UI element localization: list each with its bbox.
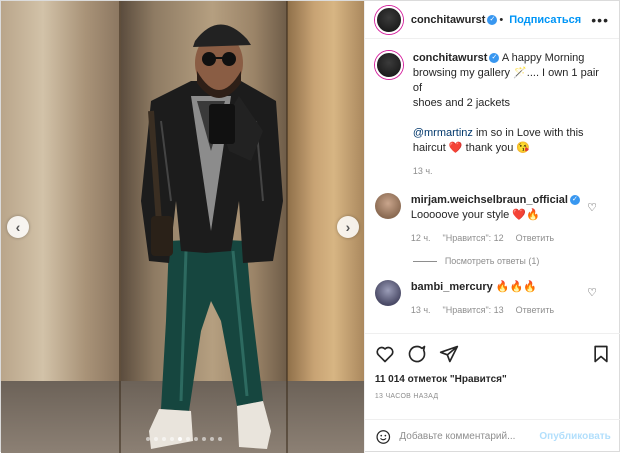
chevron-left-icon[interactable]: ‹ (7, 216, 29, 238)
comment-time[interactable]: 13 ч. (411, 303, 431, 318)
carousel-dots (146, 437, 222, 441)
carousel-dot (154, 437, 158, 441)
caption: conchitawurst ✓ A happy Morning browsing … (374, 51, 609, 179)
carousel-dot-active (178, 437, 182, 441)
comment-time[interactable]: 12 ч. (411, 231, 431, 246)
publish-button[interactable]: Опубликовать (539, 431, 610, 442)
comment-input[interactable] (399, 431, 532, 442)
comment-text: 🔥🔥🔥 (495, 281, 537, 293)
post-photo[interactable]: ‹ › (1, 1, 364, 453)
verified-icon: ✓ (489, 53, 500, 64)
comment-text: Looooove your style ❤️🔥 (410, 209, 540, 221)
caption-time[interactable]: 13 ч. (413, 164, 433, 179)
carousel-dot (146, 437, 150, 441)
person-figure (141, 24, 283, 449)
phone (209, 104, 235, 144)
chevron-right-icon[interactable]: › (337, 216, 359, 238)
avatar[interactable] (374, 280, 401, 306)
likes-count[interactable]: 11 014 отметок "Нравится" (375, 374, 611, 385)
caption-username[interactable]: conchitawurst (413, 52, 488, 64)
author-username[interactable]: conchitawurst (411, 14, 486, 26)
carousel-dot (162, 437, 166, 441)
heart-icon[interactable]: ♡ (587, 286, 597, 299)
divider (412, 260, 437, 262)
caption-text: shoes and 2 jackets (412, 97, 511, 109)
view-replies-label[interactable]: Посмотреть ответы (1) (445, 256, 540, 266)
carousel-dot (218, 437, 222, 441)
caption-text: im so in Love with this (472, 127, 584, 139)
comment-likes[interactable]: "Нравится": 13 (443, 303, 504, 318)
comment-item: mirjam.weichselbraun_official ✓ Looooove … (374, 193, 609, 246)
caption-text: browsing my gallery 🪄.... I own 1 pair o… (412, 67, 599, 94)
verified-icon: ✓ (487, 14, 498, 25)
carousel-dot (170, 437, 174, 441)
avatar[interactable] (374, 193, 401, 219)
post-time[interactable]: 13 ЧАСОВ НАЗАД (375, 393, 611, 400)
post-modal: ‹ › conchitawurst ✓ • Подписаться ••• co… (0, 0, 620, 453)
carousel-dot (202, 437, 206, 441)
share-icon[interactable] (439, 344, 459, 364)
emoji-icon[interactable] (375, 427, 392, 447)
comment-likes[interactable]: "Нравится": 12 (443, 231, 504, 246)
comment-username[interactable]: bambi_mercury (411, 281, 493, 293)
avatar[interactable] (374, 5, 403, 34)
comment-item: bambi_mercury 🔥🔥🔥 13 ч. "Нравится": 13 О… (374, 280, 609, 318)
verified-icon: ✓ (569, 195, 580, 206)
heart-icon[interactable]: ♡ (587, 201, 597, 214)
post-sidebar: conchitawurst ✓ • Подписаться ••• conchi… (363, 1, 620, 453)
carousel-dot (210, 437, 214, 441)
post-header: conchitawurst ✓ • Подписаться ••• (364, 1, 619, 39)
caption-text: A happy Morning (501, 52, 585, 64)
mention-link[interactable]: @mrmartinz (413, 127, 473, 139)
more-options-icon[interactable]: ••• (591, 12, 609, 28)
comment-username[interactable]: mirjam.weichselbraun_official (411, 194, 568, 206)
reply-button[interactable]: Ответить (516, 303, 554, 318)
view-replies-button[interactable]: Посмотреть ответы (1) (412, 256, 609, 266)
caption-text: haircut ❤️ thank you 😘 (412, 142, 531, 154)
reply-button[interactable]: Ответить (516, 231, 554, 246)
comments-list: conchitawurst ✓ A happy Morning browsing … (365, 39, 619, 318)
avatar[interactable] (374, 51, 403, 79)
bookmark-icon[interactable] (591, 344, 611, 364)
heart-icon[interactable] (375, 344, 395, 364)
follow-button[interactable]: Подписаться (509, 14, 581, 26)
comment-composer: Опубликовать (364, 419, 620, 453)
comment-icon[interactable] (407, 344, 427, 364)
carousel-dot (186, 437, 190, 441)
carousel-dot (194, 437, 198, 441)
post-actions: 11 014 отметок "Нравится" 13 ЧАСОВ НАЗАД (364, 333, 620, 400)
